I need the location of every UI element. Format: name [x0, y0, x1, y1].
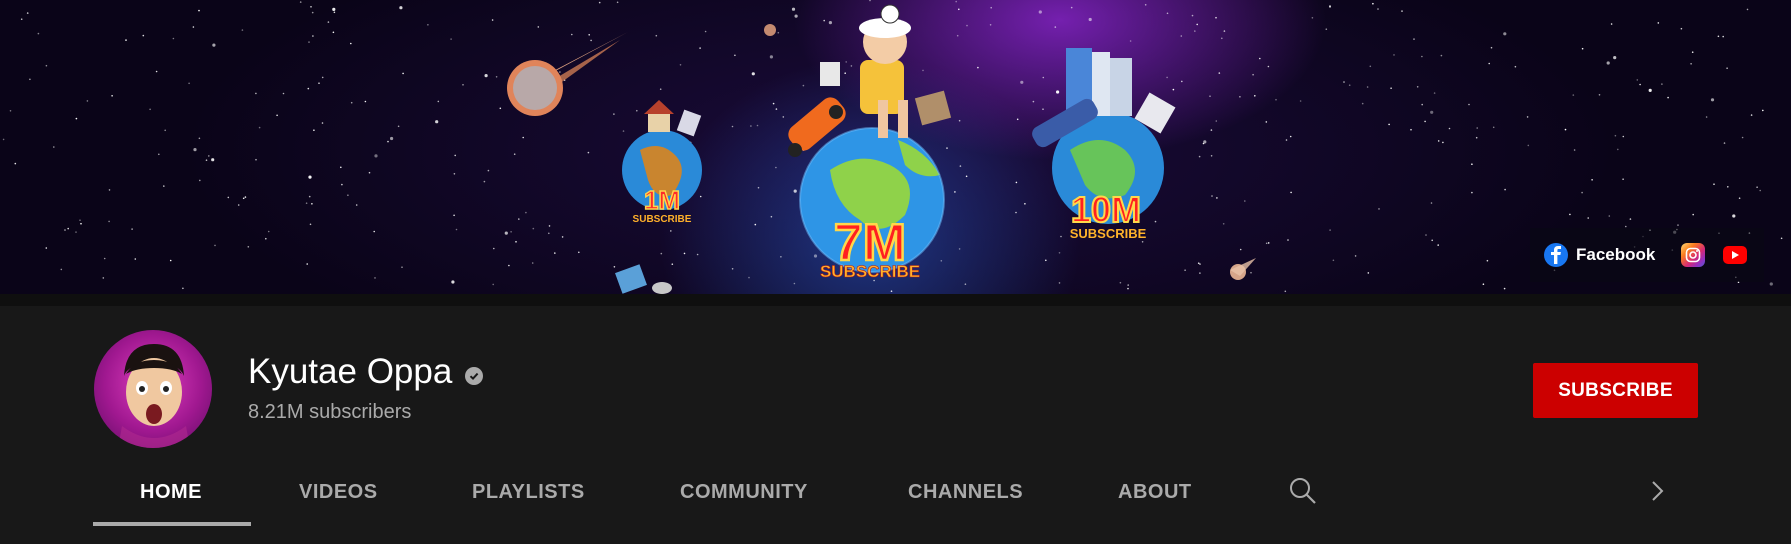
youtube-icon[interactable] — [1723, 246, 1748, 264]
facebook-link-label: Facebook — [1576, 245, 1656, 264]
tab-about[interactable]: ABOUT — [1118, 481, 1192, 504]
facebook-link[interactable]: Facebook — [1544, 243, 1655, 267]
tab-community[interactable]: COMMUNITY — [680, 481, 808, 504]
milestone-10m-sub: SUBSCRIBE — [1070, 226, 1147, 241]
chevron-right-icon[interactable] — [1645, 478, 1669, 504]
tab-videos[interactable]: VIDEOS — [299, 481, 378, 504]
tab-channels[interactable]: CHANNELS — [908, 481, 1023, 504]
milestone-1m-label: 1M — [644, 185, 680, 215]
facebook-icon — [1544, 243, 1568, 267]
tab-home[interactable]: HOME — [140, 481, 202, 504]
search-icon[interactable] — [1288, 476, 1318, 506]
instagram-icon[interactable] — [1681, 243, 1706, 267]
small-rock — [764, 24, 776, 36]
tab-playlists[interactable]: PLAYLISTS — [472, 481, 585, 504]
banner-divider — [0, 294, 1791, 306]
banner-links: Facebook — [1530, 228, 1764, 282]
channel-avatar[interactable] — [94, 330, 212, 448]
verified-check-icon — [465, 367, 483, 385]
subscribe-button[interactable]: SUBSCRIBE — [1533, 363, 1698, 418]
channel-banner: 1M SUBSCRIBE 7M SUBSCRIBE 10M SUBSCRIBE … — [0, 0, 1791, 294]
active-tab-indicator — [93, 522, 251, 526]
milestone-1m-sub: SUBSCRIBE — [633, 214, 692, 225]
subscriber-count: 8.21M subscribers — [248, 401, 412, 423]
channel-title: Kyutae Oppa — [248, 352, 453, 391]
avatar-face-illustration — [118, 344, 190, 448]
milestone-7m-sub: SUBSCRIBE — [820, 262, 920, 281]
banner-artwork: 1M SUBSCRIBE 7M SUBSCRIBE 10M SUBSCRIBE — [507, 4, 1256, 294]
milestone-10m-label: 10M — [1071, 189, 1141, 230]
channel-header — [0, 306, 1791, 544]
comet-illustration — [507, 32, 628, 116]
